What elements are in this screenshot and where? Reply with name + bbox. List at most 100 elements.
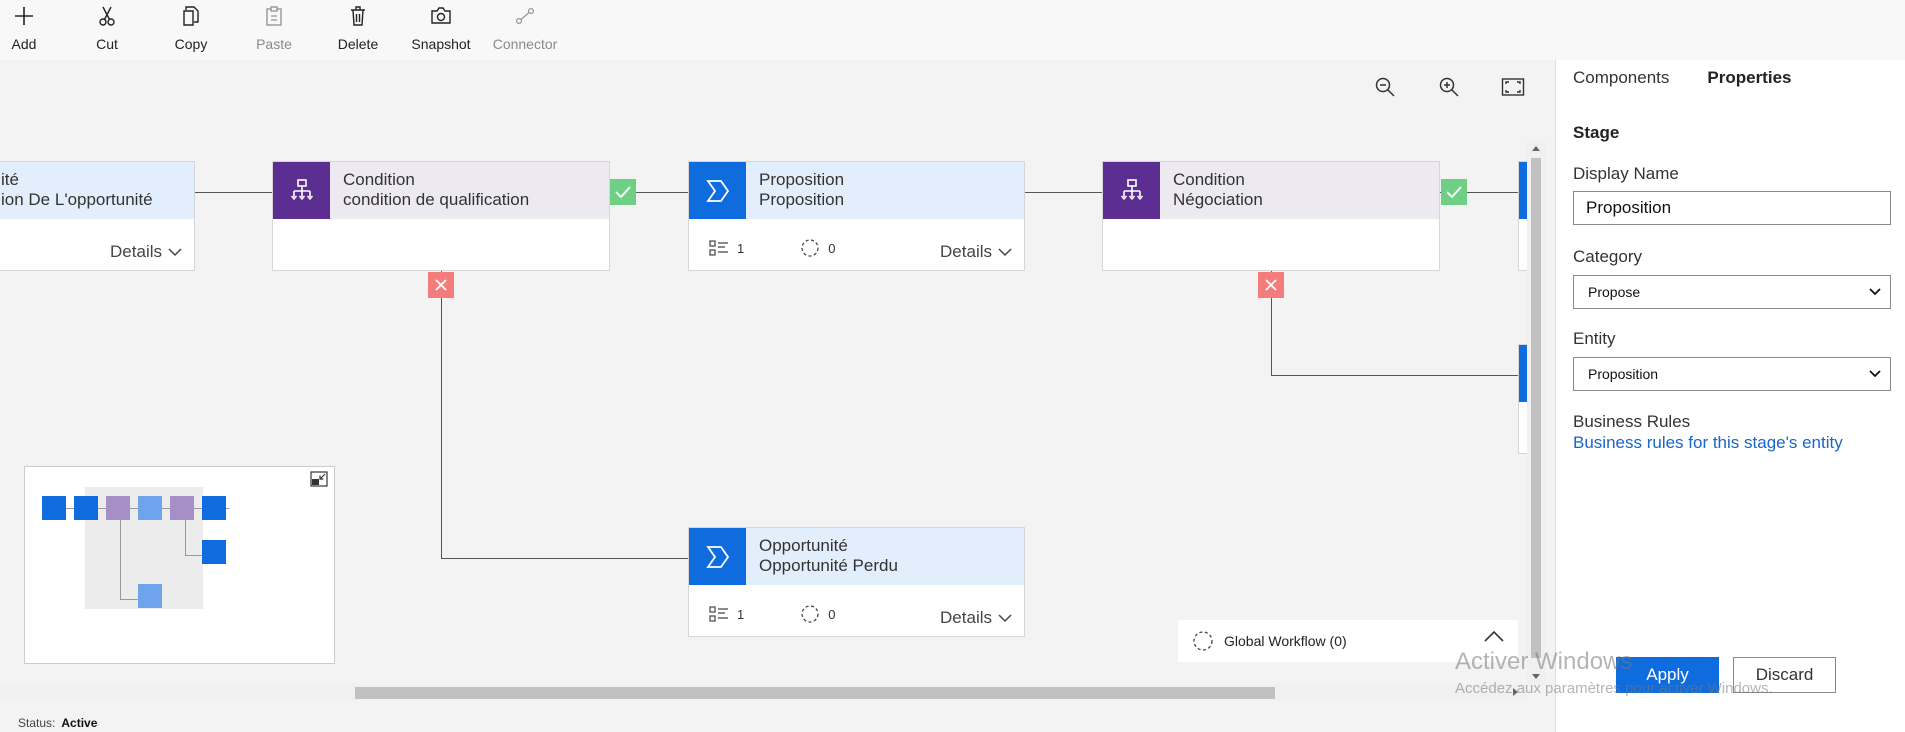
zoom-in-button[interactable] <box>1434 72 1464 102</box>
copy-label: Copy <box>174 36 208 52</box>
minimap[interactable] <box>24 466 335 664</box>
add-button[interactable]: Add <box>0 0 64 58</box>
stage-card-title: ité <box>1 170 19 189</box>
horizontal-scroll-thumb[interactable] <box>355 687 1275 699</box>
condition-yes-badge[interactable] <box>610 179 636 205</box>
delete-button[interactable]: Delete <box>318 0 398 58</box>
stage-chevron-icon <box>705 179 729 202</box>
details-toggle[interactable]: Details <box>940 608 1012 628</box>
condition-card-header: Condition condition de qualification <box>273 162 609 219</box>
connector-line <box>441 262 442 559</box>
chevron-down-icon <box>168 247 182 256</box>
condition-no-badge[interactable] <box>1258 272 1284 298</box>
panel-section-heading: Stage <box>1573 123 1620 142</box>
stage-card-subtitle: ion De L'opportunité <box>1 190 153 209</box>
minimize-icon <box>310 471 328 487</box>
condition-no-badge[interactable] <box>428 272 454 298</box>
condition-card-negociation[interactable]: Condition Négociation <box>1102 161 1440 271</box>
stage-icon-box <box>689 528 746 585</box>
checkmark-icon <box>615 186 631 198</box>
zoom-in-icon <box>1439 77 1459 97</box>
chevron-up-icon[interactable] <box>1484 630 1504 642</box>
status-value: Active <box>61 716 98 730</box>
status-label: Status: <box>18 716 56 730</box>
vertical-scroll-thumb[interactable] <box>1531 158 1541 658</box>
display-name-label: Display Name <box>1573 164 1679 183</box>
minimap-stage-node <box>74 496 98 520</box>
stage-chevron-icon <box>705 545 729 568</box>
plus-icon <box>15 7 33 25</box>
chevron-down-icon <box>1869 288 1881 296</box>
fit-to-screen-icon <box>1501 78 1525 96</box>
workflow-icon <box>1193 631 1213 651</box>
stage-card-opportunite-perdu[interactable]: Opportunité Opportunité Perdu 1 0 Detail… <box>688 527 1025 637</box>
connector-line <box>1024 192 1102 193</box>
display-name-input[interactable] <box>1573 191 1891 225</box>
connector-line <box>441 558 688 559</box>
connector-button[interactable]: Connector <box>485 0 565 58</box>
trash-icon <box>351 6 365 26</box>
details-toggle[interactable]: Details <box>940 242 1012 262</box>
stage-card-qualification[interactable]: ité ion De L'opportunité Details <box>0 161 195 271</box>
connector-icon <box>515 7 535 25</box>
snapshot-button[interactable]: Snapshot <box>401 0 481 58</box>
copy-button[interactable]: Copy <box>151 0 231 58</box>
paste-button[interactable]: Paste <box>234 0 314 58</box>
fit-to-screen-button[interactable] <box>1498 72 1528 102</box>
cut-button[interactable]: Cut <box>67 0 147 58</box>
steps-list-icon <box>709 240 728 256</box>
horizontal-scrollbar[interactable] <box>0 684 1527 700</box>
minimap-condition-node <box>170 496 194 520</box>
connector-line <box>195 192 272 193</box>
scroll-up-icon[interactable] <box>1527 142 1545 154</box>
category-select[interactable]: Propose <box>1573 275 1891 309</box>
stage-icon-box <box>689 162 746 219</box>
entity-label: Entity <box>1573 329 1616 348</box>
zoom-out-button[interactable] <box>1370 72 1400 102</box>
details-label: Details <box>940 242 992 261</box>
chevron-down-icon <box>998 613 1012 622</box>
condition-card-title: Condition <box>343 170 415 189</box>
stage-card-proposition[interactable]: Proposition Proposition 1 0 Details <box>688 161 1025 271</box>
condition-icon-box <box>273 162 330 219</box>
chevron-down-icon <box>1869 370 1881 378</box>
process-canvas[interactable]: ité ion De L'opportunité Details Conditi… <box>0 60 1555 710</box>
minimap-stage-node <box>138 584 162 608</box>
stage-card-meta: 1 0 <box>709 238 835 258</box>
snapshot-label: Snapshot <box>411 36 471 52</box>
stage-card-subtitle: Opportunité Perdu <box>759 556 898 575</box>
tab-properties[interactable]: Properties <box>1707 68 1791 88</box>
vertical-scrollbar[interactable] <box>1527 140 1545 685</box>
cut-label: Cut <box>96 36 118 52</box>
workflow-count: 0 <box>828 240 836 256</box>
minimap-collapse-button[interactable] <box>310 471 328 492</box>
minimap-line <box>120 515 121 600</box>
minimap-line <box>185 515 186 556</box>
paste-label: Paste <box>256 36 292 52</box>
stage-card-title: Opportunité <box>759 536 848 555</box>
status-bar: Status: Active <box>0 710 1555 732</box>
entity-select[interactable]: Proposition <box>1573 357 1891 391</box>
condition-yes-badge[interactable] <box>1441 179 1467 205</box>
condition-card-qualification[interactable]: Condition condition de qualification <box>272 161 610 271</box>
details-toggle[interactable]: Details <box>110 242 182 262</box>
tab-components[interactable]: Components <box>1573 68 1669 88</box>
condition-card-header: Condition Négociation <box>1103 162 1439 219</box>
chevron-down-icon <box>998 247 1012 256</box>
condition-card-title: Condition <box>1173 170 1245 189</box>
activation-watermark-text: Accédez aux paramètres pour activer Wind… <box>1455 680 1773 697</box>
toolbar: Add Cut Copy Paste Delete Snapshot Conne… <box>0 0 1905 60</box>
connector-label: Connector <box>492 36 558 52</box>
details-label: Details <box>940 608 992 627</box>
workflow-icon <box>801 239 819 257</box>
minimap-stage-node <box>202 540 226 564</box>
condition-branch-icon <box>290 178 313 200</box>
add-label: Add <box>11 36 37 52</box>
business-rules-label: Business Rules <box>1573 412 1691 431</box>
minimap-condition-node <box>106 496 130 520</box>
global-workflow-label: Global Workflow (0) <box>1224 633 1347 649</box>
delete-label: Delete <box>337 36 379 52</box>
activation-watermark-title: Activer Windows <box>1455 648 1633 675</box>
minimap-stage-node <box>202 496 226 520</box>
business-rules-link[interactable]: Business rules for this stage's entity <box>1573 433 1843 453</box>
